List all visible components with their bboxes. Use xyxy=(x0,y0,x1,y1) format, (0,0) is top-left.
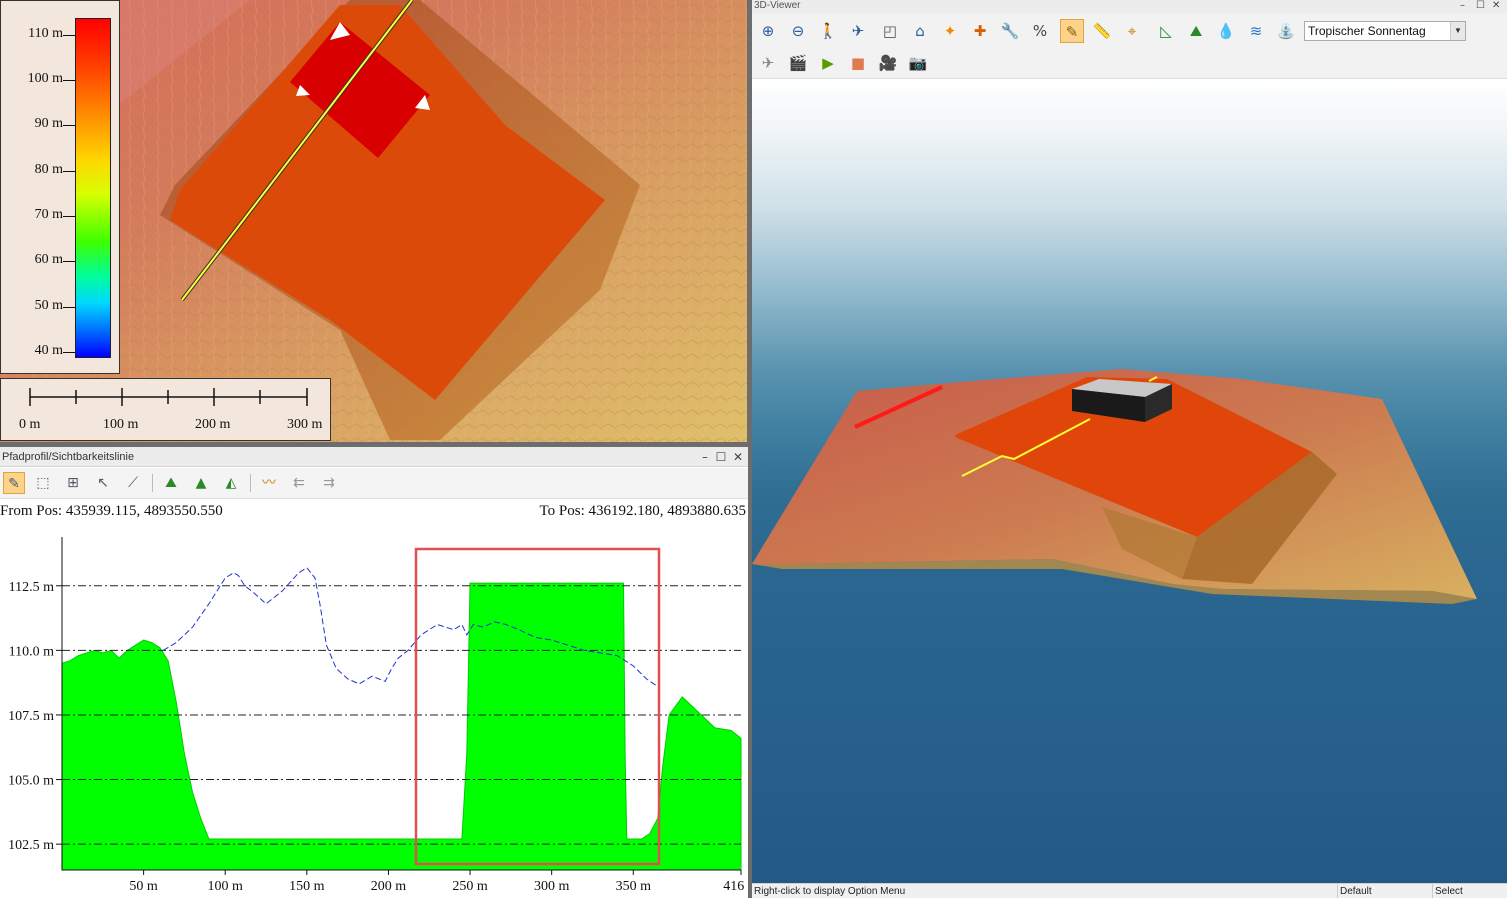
x-tick-label: 416 m xyxy=(723,879,748,894)
zoom-out-icon[interactable]: ⊖ xyxy=(786,19,810,43)
plane-cancel-icon[interactable]: ✈ xyxy=(756,51,780,75)
elevation-legend: 110 m 100 m 90 m 80 m 70 m 60 m 50 m 40 … xyxy=(0,0,120,374)
legend-label: 110 m xyxy=(28,26,63,41)
scale-bar-ruler xyxy=(29,388,308,406)
fly-icon[interactable]: ✈ xyxy=(846,19,870,43)
scale-label: 300 m xyxy=(287,417,323,432)
cube-icon[interactable]: ◰ xyxy=(878,19,902,43)
y-tick-label: 110.0 m xyxy=(9,644,54,659)
y-tick-label: 105.0 m xyxy=(8,774,54,789)
legend-tick xyxy=(63,352,75,353)
legend-label: 90 m xyxy=(34,116,63,131)
legend-tick xyxy=(63,125,75,126)
terrain-arrow-icon[interactable]: ◺ xyxy=(1154,19,1178,43)
water-tower-icon[interactable]: ⛲ xyxy=(1274,19,1298,43)
legend-tick xyxy=(63,35,75,36)
3d-viewport[interactable] xyxy=(752,79,1507,883)
legend-label: 80 m xyxy=(34,162,63,177)
y-tick-label: 102.5 m xyxy=(8,838,54,853)
viewer-maximize-button[interactable]: ☐ xyxy=(1476,0,1485,11)
profile-chart[interactable]: 112.5 m 110.0 m 107.5 m 105.0 m 102.5 m 50 m 1… xyxy=(0,447,748,898)
chevron-down-icon[interactable]: ▼ xyxy=(1450,22,1465,40)
legend-label: 70 m xyxy=(34,207,63,222)
status-tool: Select xyxy=(1432,884,1507,898)
camera-icon[interactable]: 📷 xyxy=(906,51,930,75)
x-tick-label: 50 m xyxy=(129,879,158,894)
magnet-icon[interactable]: ⌖ xyxy=(1120,19,1144,43)
ratio-icon[interactable]: % xyxy=(1028,19,1052,43)
viewer-title: 3D-Viewer xyxy=(752,0,1507,13)
home-icon[interactable]: ⌂ xyxy=(908,19,932,43)
x-tick-label: 300 m xyxy=(534,879,570,894)
status-bar: Right-click to display Option Menu Defau… xyxy=(752,883,1507,898)
legend-tick xyxy=(63,216,75,217)
elevation-color-ramp xyxy=(75,18,111,358)
profile-panel: Pfadprofil/Sichtbarkeitslinie – ☐ ✕ ✎ ⬚ … xyxy=(0,447,748,898)
walk-icon[interactable]: 🚶 xyxy=(816,19,840,43)
viewer-toolbar-main: ⊕ ⊖ 🚶 ✈ ◰ ⌂ ✦ ✚ 🔧 % ✎ 📏 ⌖ ◺ ⛰ 💧 ≋ ⛲ Trop… xyxy=(752,14,1507,48)
water-drop-icon[interactable]: 💧 xyxy=(1214,19,1238,43)
scale-label: 0 m xyxy=(19,417,41,432)
water-level-icon[interactable]: ≋ xyxy=(1244,19,1268,43)
viewer-title-text: 3D-Viewer xyxy=(754,0,801,11)
pencil-icon[interactable]: ✎ xyxy=(1060,19,1084,43)
scale-label: 200 m xyxy=(195,417,231,432)
clapper-icon[interactable]: 🎬 xyxy=(786,51,810,75)
x-tick-label: 150 m xyxy=(289,879,325,894)
scale-label: 100 m xyxy=(103,417,139,432)
crosshair-icon[interactable]: ✚ xyxy=(968,19,992,43)
x-tick-label: 200 m xyxy=(371,879,407,894)
y-tick-label: 107.5 m xyxy=(8,709,54,724)
scene-preset-value: Tropischer Sonnentag xyxy=(1308,24,1426,38)
video-camera-icon[interactable]: 🎥 xyxy=(876,51,900,75)
x-tick-label: 250 m xyxy=(452,879,488,894)
sun-icon[interactable]: ✦ xyxy=(938,19,962,43)
ruler-icon[interactable]: 📏 xyxy=(1090,19,1114,43)
scene-preset-select[interactable]: Tropischer Sonnentag ▼ xyxy=(1304,21,1466,41)
terrain-profile-area xyxy=(61,582,742,871)
x-tick-label: 350 m xyxy=(616,879,652,894)
legend-tick xyxy=(63,171,75,172)
status-mode: Default xyxy=(1337,884,1430,898)
viewer-minimize-button[interactable]: – xyxy=(1460,0,1465,11)
status-hint: Right-click to display Option Menu xyxy=(754,886,906,897)
scale-bar: 0 m 100 m 200 m 300 m xyxy=(0,378,331,441)
stop-icon[interactable]: ■ xyxy=(846,51,870,75)
terrain-up-icon[interactable]: ⛰ xyxy=(1184,19,1208,43)
wrench-icon[interactable]: 🔧 xyxy=(998,19,1022,43)
legend-label: 100 m xyxy=(27,71,63,86)
legend-label: 50 m xyxy=(34,298,63,313)
x-tick-label: 100 m xyxy=(208,879,244,894)
viewer-panel: 3D-Viewer – ☐ ✕ ⊕ ⊖ 🚶 ✈ ◰ ⌂ ✦ ✚ 🔧 % ✎ 📏 … xyxy=(752,0,1507,898)
viewer-close-button[interactable]: ✕ xyxy=(1492,0,1500,11)
viewer-toolbar-secondary: ✈ 🎬 ▶ ■ 🎥 📷 xyxy=(752,48,1507,79)
map-view[interactable]: 110 m 100 m 90 m 80 m 70 m 60 m 50 m 40 … xyxy=(0,0,747,442)
legend-label: 40 m xyxy=(34,343,63,358)
y-tick-label: 112.5 m xyxy=(9,580,54,595)
legend-tick xyxy=(63,80,75,81)
3d-scene xyxy=(752,369,1477,604)
legend-tick xyxy=(63,261,75,262)
zoom-in-icon[interactable]: ⊕ xyxy=(756,19,780,43)
legend-label: 60 m xyxy=(34,252,63,267)
legend-tick xyxy=(63,307,75,308)
play-icon[interactable]: ▶ xyxy=(816,51,840,75)
